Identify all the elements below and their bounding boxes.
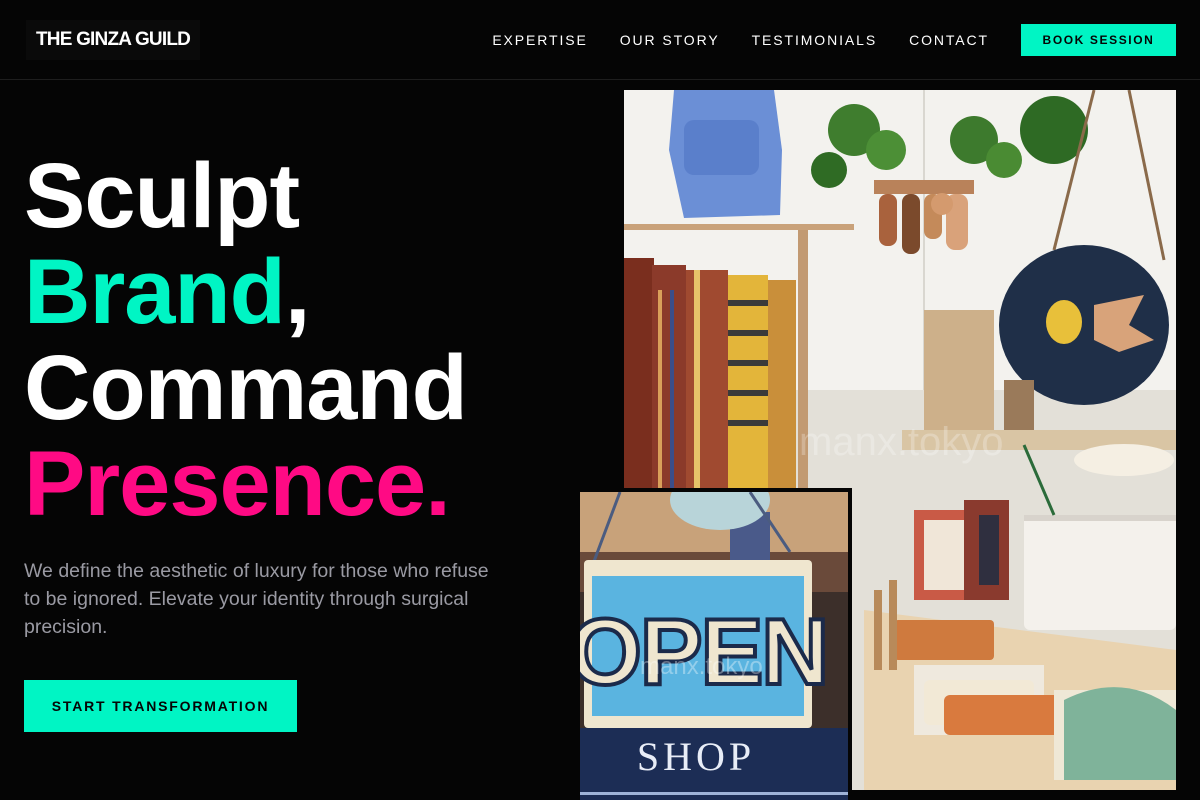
headline-line-2: Brand,: [24, 244, 467, 340]
nav-expertise[interactable]: EXPERTISE: [492, 32, 587, 48]
book-session-button[interactable]: BOOK SESSION: [1021, 24, 1176, 56]
hero-subtitle: We define the aesthetic of luxury for th…: [24, 560, 489, 638]
start-transformation-button[interactable]: START TRANSFORMATION: [24, 680, 297, 732]
sign-open-text: OPEN: [580, 599, 827, 704]
nav-testimonials[interactable]: TESTIMONIALS: [752, 32, 877, 48]
headline-line-3: Command: [24, 337, 468, 439]
headline-period: .: [425, 433, 451, 535]
headline-comma: ,: [284, 241, 311, 343]
open-sign-illustration: OPEN SHOP manx.tokyo: [580, 492, 848, 800]
headline-accent-presence: Presence: [24, 433, 426, 535]
headline-line-1: Sculpt: [24, 145, 300, 247]
nav-our-story[interactable]: OUR STORY: [620, 32, 720, 48]
sign-shop-text: SHOP: [637, 734, 755, 779]
main-nav: EXPERTISE OUR STORY TESTIMONIALS CONTACT…: [492, 0, 1200, 80]
open-sign-photo: OPEN SHOP manx.tokyo: [580, 488, 852, 800]
headline-accent-brand: Brand: [24, 241, 286, 343]
nav-contact[interactable]: CONTACT: [909, 32, 989, 48]
sign-photo-watermark: manx.tokyo: [640, 653, 763, 680]
main-photo-watermark: manx.tokyo: [799, 420, 1004, 464]
hero-headline: Sculpt Brand, Command Presence.: [24, 145, 468, 532]
headline-line-4: Presence.: [24, 436, 467, 532]
brand-logo[interactable]: THE GINZA GUILD: [26, 20, 201, 60]
site-header: THE GINZA GUILD EXPERTISE OUR STORY TEST…: [0, 0, 1200, 80]
